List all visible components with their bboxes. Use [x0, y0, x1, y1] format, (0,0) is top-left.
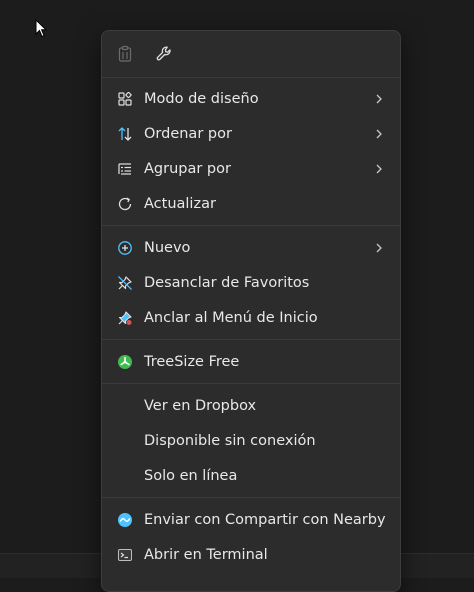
menu-item-actualizar[interactable]: Actualizar — [106, 188, 396, 220]
nearby-share-icon — [116, 511, 134, 529]
pin-start-icon — [116, 309, 134, 327]
menu-item-modo-de-diseno[interactable]: Modo de diseño — [106, 83, 396, 115]
layout-grid-icon — [116, 90, 134, 108]
separator — [102, 383, 400, 384]
menu-item-abrir-en-terminal[interactable]: Abrir en Terminal — [106, 539, 396, 571]
menu-item-enviar-compartir-nearby[interactable]: Enviar con Compartir con Nearby — [106, 504, 396, 536]
menu-item-label: Agrupar por — [144, 161, 231, 177]
menu-item-label: Ordenar por — [144, 126, 232, 142]
chevron-right-icon — [376, 164, 382, 174]
menu-item-disponible-sin-conexion[interactable]: Disponible sin conexión — [106, 425, 396, 457]
menu-item-desanclar-de-favoritos[interactable]: Desanclar de Favoritos — [106, 267, 396, 299]
menu-item-solo-en-linea[interactable]: Solo en línea — [106, 460, 396, 492]
separator — [102, 339, 400, 340]
paste-button[interactable] — [110, 39, 140, 69]
menu-item-ordenar-por[interactable]: Ordenar por — [106, 118, 396, 150]
menu-item-label: Abrir en Terminal — [144, 547, 268, 563]
group-list-icon — [116, 160, 134, 178]
menu-item-anclar-al-menu-de-inicio[interactable]: Anclar al Menú de Inicio — [106, 302, 396, 334]
menu-item-label: Desanclar de Favoritos — [144, 275, 310, 291]
menu-item-label: Modo de diseño — [144, 91, 259, 107]
menu-item-agrupar-por[interactable]: Agrupar por — [106, 153, 396, 185]
menu-item-nuevo[interactable]: Nuevo — [106, 232, 396, 264]
menu-item-treesize-free[interactable]: TreeSize Free — [106, 346, 396, 378]
unpin-icon — [116, 274, 134, 292]
wrench-icon — [156, 46, 171, 61]
menu-item-label: Solo en línea — [144, 468, 238, 484]
separator — [102, 497, 400, 498]
menu-item-label: Nuevo — [144, 240, 191, 256]
menu-item-label: Actualizar — [144, 196, 216, 212]
menu-item-label: Anclar al Menú de Inicio — [144, 310, 318, 326]
separator — [102, 77, 400, 78]
new-plus-icon — [116, 239, 134, 257]
menu-item-label: Disponible sin conexión — [144, 433, 316, 449]
chevron-right-icon — [376, 243, 382, 253]
chevron-right-icon — [376, 129, 382, 139]
menu-item-label: TreeSize Free — [144, 354, 240, 370]
menu-item-label: Enviar con Compartir con Nearby — [144, 512, 386, 528]
sort-arrows-icon — [116, 125, 134, 143]
context-menu: Modo de diseño Ordenar por Agrupar por A… — [101, 30, 401, 592]
refresh-icon — [116, 195, 134, 213]
paste-icon — [118, 45, 132, 62]
mouse-cursor-icon — [35, 19, 47, 38]
treesize-icon — [116, 353, 134, 371]
separator — [102, 225, 400, 226]
chevron-right-icon — [376, 94, 382, 104]
terminal-icon — [116, 546, 134, 564]
menu-item-label: Ver en Dropbox — [144, 398, 257, 414]
menu-toolbar — [102, 31, 400, 77]
properties-button[interactable] — [149, 39, 179, 69]
menu-item-ver-en-dropbox[interactable]: Ver en Dropbox — [106, 390, 396, 422]
